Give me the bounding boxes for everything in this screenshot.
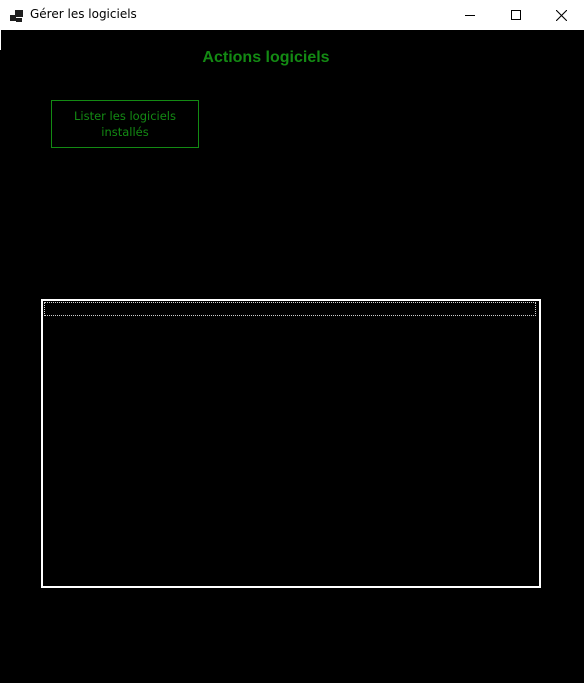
resize-grip-icon[interactable] [576, 675, 584, 683]
manage-software-window: Gérer les logiciels Actions logiciels Li… [0, 0, 584, 683]
software-listbox[interactable] [41, 299, 541, 588]
title-bar[interactable]: Gérer les logiciels [0, 0, 584, 30]
maximize-button[interactable] [493, 0, 539, 30]
window-edge [0, 30, 1, 50]
listbox-focus-row[interactable] [44, 302, 536, 316]
close-button[interactable] [538, 0, 584, 30]
close-icon [555, 6, 567, 25]
minimize-icon [464, 6, 476, 25]
minimize-button[interactable] [447, 0, 493, 30]
app-window-icon [10, 8, 23, 22]
maximize-icon [510, 6, 522, 25]
page-title: Actions logiciels [202, 49, 330, 66]
window-title: Gérer les logiciels [30, 7, 137, 21]
list-installed-software-button[interactable]: Lister les logiciels installés [51, 100, 199, 148]
